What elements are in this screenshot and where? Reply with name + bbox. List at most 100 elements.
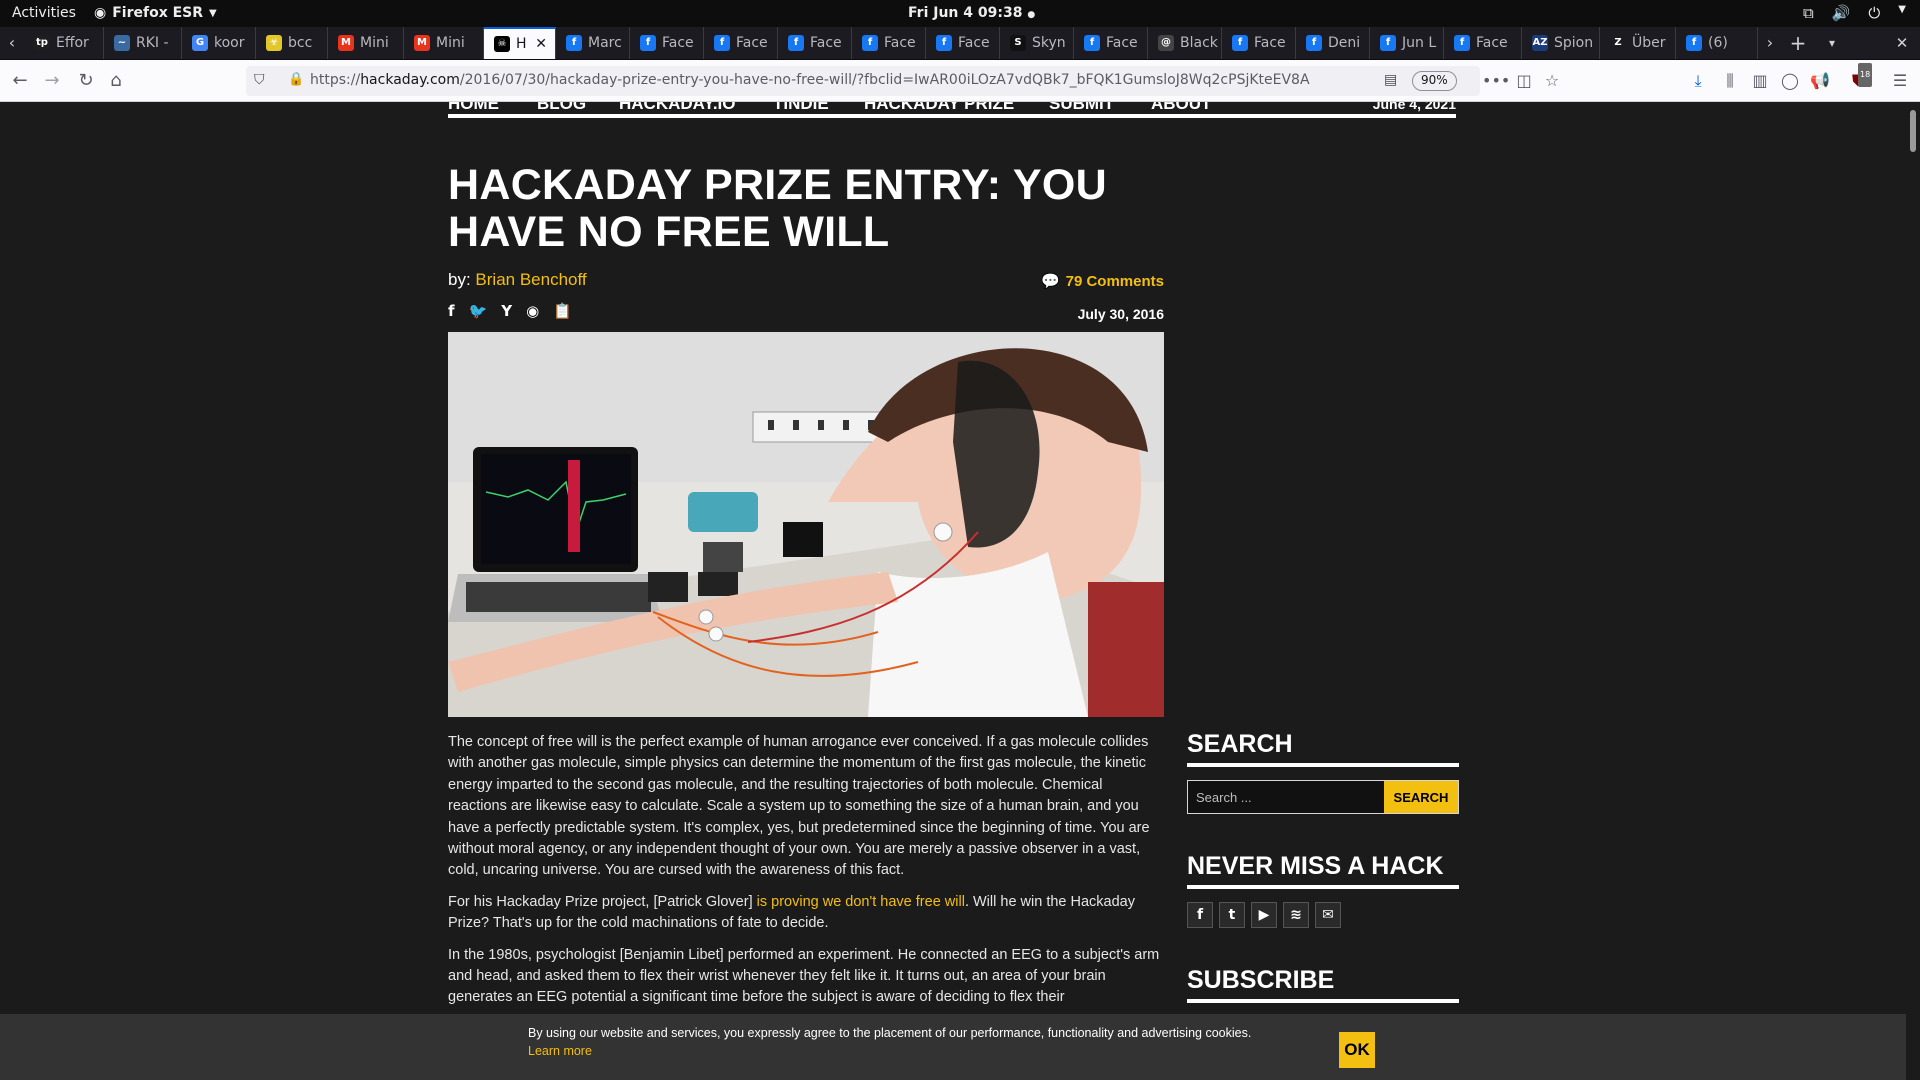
article: HACKADAY PRIZE ENTRY: YOU HAVE NO FREE W…: [448, 162, 1164, 1005]
home-button[interactable]: ⌂: [104, 69, 128, 93]
tracking-protection-shield-icon[interactable]: ⛉: [254, 72, 268, 89]
nav-hackaday-io[interactable]: HACKADAY.IO: [619, 102, 736, 114]
tab[interactable]: AZ Spion: [1522, 27, 1600, 59]
tab-active[interactable]: ☠ H ✕: [484, 27, 556, 59]
hackernews-share-icon[interactable]: Y: [501, 302, 512, 320]
tab[interactable]: Z Über: [1600, 27, 1676, 59]
hackaday-icon: ☠: [494, 36, 510, 52]
ublock-icon[interactable]: ⛊18: [1846, 63, 1873, 93]
clock[interactable]: Fri Jun 4 09:38 ●: [908, 5, 1035, 21]
tab[interactable]: f Face: [778, 27, 852, 59]
url-bar[interactable]: ⛉ 🔒 https://hackaday.com/2016/07/30/hack…: [246, 66, 1480, 96]
rki-icon: ~: [114, 35, 130, 51]
cookie-ok-button[interactable]: OK: [1339, 1032, 1375, 1068]
facebook-icon: f: [936, 35, 952, 51]
downloads-icon[interactable]: ⤓: [1686, 69, 1710, 93]
tab[interactable]: f Face: [704, 27, 778, 59]
search-widget-title: SEARCH: [1187, 730, 1459, 767]
megaphone-icon[interactable]: 📢: [1808, 69, 1832, 93]
hamburger-menu-icon[interactable]: ☰: [1888, 69, 1912, 93]
url-scheme: https://: [310, 72, 361, 88]
tab-label: Marc: [588, 35, 622, 51]
tab[interactable]: f Face: [1222, 27, 1296, 59]
reader-view-icon[interactable]: ▤: [1384, 72, 1397, 88]
nav-submit[interactable]: SUBMIT: [1049, 102, 1114, 114]
nav-hackaday-prize[interactable]: HACKADAY PRIZE: [864, 102, 1014, 114]
twitter-icon[interactable]: t: [1219, 902, 1245, 928]
tab[interactable]: ~ RKI -: [104, 27, 182, 59]
tab[interactable]: Gkoor: [182, 27, 256, 59]
tab-label: Mini: [436, 35, 465, 51]
close-tab-icon[interactable]: ✕: [535, 36, 547, 52]
tab[interactable]: f Face: [1074, 27, 1148, 59]
tab-label: Black: [1180, 35, 1218, 51]
tab[interactable]: f Marc: [556, 27, 630, 59]
back-button[interactable]: ←: [8, 69, 32, 93]
email-icon[interactable]: ✉: [1315, 902, 1341, 928]
url-text[interactable]: https://hackaday.com/2016/07/30/hackaday…: [310, 72, 1310, 88]
tab[interactable]: f Deni: [1296, 27, 1370, 59]
forward-button[interactable]: →: [40, 69, 64, 93]
tp-icon: tp: [34, 35, 50, 51]
zoom-level-button[interactable]: 90%: [1412, 71, 1457, 91]
tab-label: Skyn: [1032, 35, 1066, 51]
tab[interactable]: ☣ bcc: [256, 27, 328, 59]
comment-bubble-icon: 💬: [1040, 273, 1060, 290]
facebook-share-icon[interactable]: f: [448, 302, 455, 320]
tab-scroll-left-button[interactable]: ‹: [0, 27, 24, 59]
clipboard-icon[interactable]: 📋: [553, 302, 572, 320]
scrollbar-thumb[interactable]: [1910, 110, 1916, 152]
tab[interactable]: @ Black: [1148, 27, 1222, 59]
search-input[interactable]: [1188, 781, 1384, 813]
learn-more-link[interactable]: Learn more: [528, 1044, 592, 1058]
tab[interactable]: M Mini: [328, 27, 404, 59]
tab-label: RKI -: [136, 35, 169, 51]
site-date: June 4, 2021: [1372, 102, 1456, 112]
tab[interactable]: M Mini: [404, 27, 484, 59]
youtube-icon[interactable]: ▶: [1251, 902, 1277, 928]
pocket-icon[interactable]: ◫: [1512, 69, 1536, 93]
lock-icon[interactable]: 🔒: [288, 72, 304, 87]
close-window-button[interactable]: ✕: [1890, 27, 1914, 59]
activities-button[interactable]: Activities: [12, 5, 76, 21]
search-form: SEARCH: [1187, 780, 1459, 814]
tab[interactable]: f Face: [852, 27, 926, 59]
tab[interactable]: S Skyn: [1000, 27, 1074, 59]
app-menu[interactable]: ◉ Firefox ESR ▼: [94, 5, 217, 21]
url-host: hackaday.com: [360, 72, 460, 88]
account-icon[interactable]: ◯: [1778, 69, 1802, 93]
bookmark-star-icon[interactable]: ☆: [1540, 69, 1564, 93]
tab[interactable]: f Face: [630, 27, 704, 59]
reload-button[interactable]: ↻: [74, 69, 98, 93]
search-button[interactable]: SEARCH: [1384, 781, 1458, 813]
never-miss-title: NEVER MISS A HACK: [1187, 852, 1459, 889]
nav-about[interactable]: ABOUT: [1151, 102, 1211, 114]
facebook-icon[interactable]: f: [1187, 902, 1213, 928]
web-page: HOME BLOG HACKADAY.IO TINDIE HACKADAY PR…: [0, 102, 1906, 1080]
project-link[interactable]: is proving we don't have free will: [757, 894, 965, 910]
facebook-icon: f: [862, 35, 878, 51]
library-icon[interactable]: ⫼: [1718, 69, 1742, 93]
twitter-share-icon[interactable]: 🐦: [469, 302, 488, 320]
page-scrollbar[interactable]: [1906, 102, 1920, 1080]
sidebar-icon[interactable]: ▥: [1748, 69, 1772, 93]
tab[interactable]: f (6): [1676, 27, 1758, 59]
system-tray[interactable]: ⧉ 🔊 ⏻ ▼: [1803, 4, 1906, 22]
nav-blog[interactable]: BLOG: [537, 102, 586, 114]
tab[interactable]: f Face: [926, 27, 1000, 59]
nav-home[interactable]: HOME: [448, 102, 499, 114]
tab[interactable]: f Face: [1444, 27, 1522, 59]
list-all-tabs-button[interactable]: ▾: [1820, 27, 1844, 59]
reddit-share-icon[interactable]: ◉: [526, 302, 539, 320]
rss-icon[interactable]: ≋: [1283, 902, 1309, 928]
tab-scroll-right-button[interactable]: ›: [1758, 27, 1782, 59]
tab[interactable]: tp Effor: [24, 27, 104, 59]
nav-tindie[interactable]: TINDIE: [773, 102, 829, 114]
new-tab-button[interactable]: +: [1786, 27, 1810, 59]
url-path: /2016/07/30/hackaday-prize-entry-you-hav…: [459, 72, 1310, 88]
facebook-icon: f: [1306, 35, 1322, 51]
page-actions-menu-icon[interactable]: •••: [1482, 69, 1510, 93]
tab[interactable]: f Jun L: [1370, 27, 1444, 59]
comments-link[interactable]: 💬 79 Comments: [1041, 272, 1164, 290]
author-link[interactable]: Brian Benchoff: [475, 270, 586, 289]
